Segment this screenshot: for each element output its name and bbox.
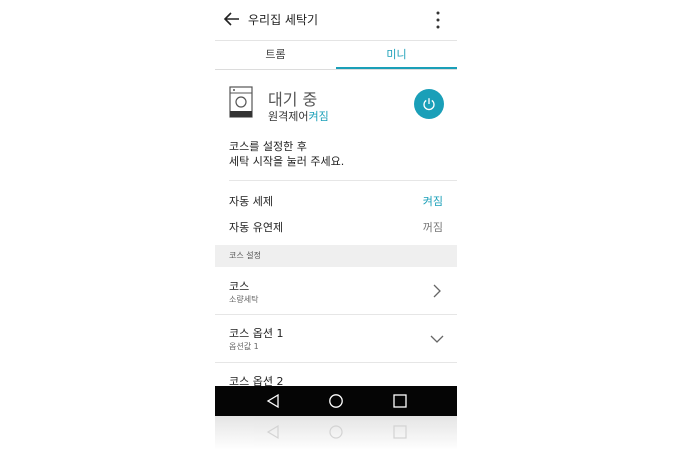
reflected-recent-icon [393, 425, 407, 439]
remote-control-status: 원격제어켜짐 [268, 108, 329, 124]
reflected-back-icon [266, 424, 279, 440]
divider [215, 362, 457, 363]
section-title: 코스 설정 [229, 251, 261, 260]
course-option-1-value: 옵션값 1 [229, 342, 259, 351]
washer-icon [229, 86, 253, 118]
auto-detergent-value[interactable]: 켜짐 [423, 193, 443, 209]
app-bar: 우리집 세탁기 [215, 0, 457, 40]
auto-softener-value[interactable]: 꺼짐 [423, 219, 443, 235]
guide-line-2: 세탁 시작을 눌러 주세요. [229, 155, 345, 168]
power-icon [423, 98, 435, 111]
guide-text: 코스를 설정한 후 세탁 시작을 눌러 주세요. [229, 139, 344, 169]
reflected-home-icon [329, 425, 343, 439]
chevron-right-icon [433, 284, 441, 298]
course-value: 소량세탁 [229, 295, 259, 304]
course-title: 코스 [229, 280, 250, 293]
divider [215, 69, 457, 70]
phone-screen: 우리집 세탁기 트롬 미니 대기 중 원격제어켜짐 코스를 설정한 후 세탁 시… [215, 0, 457, 416]
more-vert-icon[interactable] [435, 10, 441, 30]
nav-home-icon[interactable] [328, 393, 344, 409]
divider [215, 314, 457, 315]
nav-recent-icon[interactable] [392, 393, 408, 409]
chevron-down-icon [430, 335, 444, 343]
app-title: 우리집 세탁기 [248, 13, 319, 27]
system-nav-bar [215, 386, 457, 416]
power-button[interactable] [414, 89, 444, 119]
divider [229, 180, 457, 181]
course-option-1-title: 코스 옵션 1 [229, 327, 284, 340]
tab-trom[interactable]: 트롬 [215, 41, 336, 69]
remote-value: 켜짐 [308, 110, 329, 123]
back-arrow-icon[interactable] [223, 10, 241, 28]
status-title: 대기 중 [268, 90, 318, 109]
auto-detergent-label: 자동 세제 [229, 195, 273, 208]
remote-label: 원격제어 [268, 110, 309, 123]
tab-mini[interactable]: 미니 [336, 41, 457, 69]
nav-back-icon[interactable] [265, 393, 281, 409]
section-header-course: 코스 설정 [215, 245, 457, 267]
screen-reflection [215, 416, 457, 450]
auto-softener-label: 자동 유연제 [229, 221, 284, 234]
tab-bar: 트롬 미니 [215, 40, 457, 70]
guide-line-1: 코스를 설정한 후 [229, 140, 307, 153]
